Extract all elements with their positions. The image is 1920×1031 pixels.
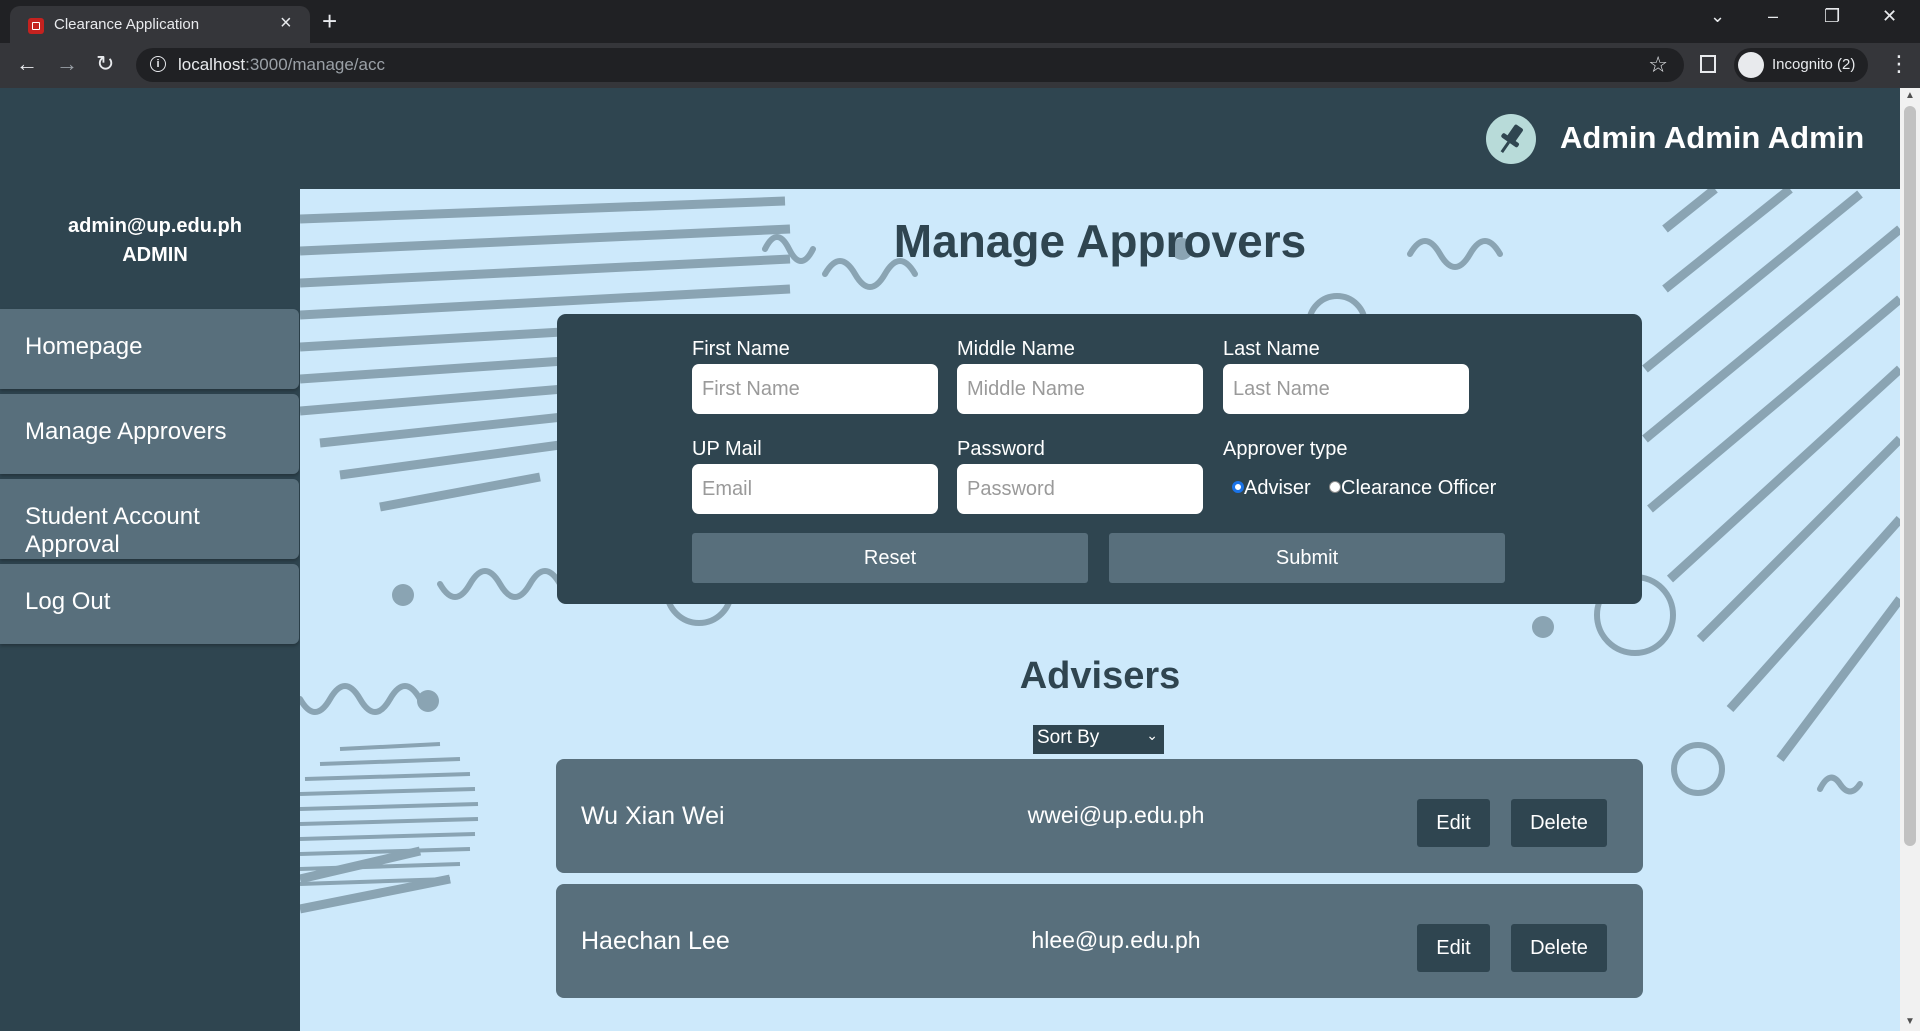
radio-clearance-officer-dot[interactable] (1329, 481, 1341, 493)
new-tab-icon[interactable]: + (322, 6, 337, 37)
incognito-label: Incognito (2) (1772, 56, 1856, 73)
reload-icon[interactable]: ↻ (96, 51, 114, 77)
approver-type-label: Approver type (1223, 438, 1348, 460)
tab-search-icon[interactable]: ⌄ (1710, 6, 1725, 27)
sidebar-item-label: Manage Approvers (25, 418, 227, 445)
delete-button[interactable]: Delete (1511, 799, 1607, 847)
radio-adviser-dot[interactable] (1232, 481, 1244, 493)
adviser-email: hlee@up.edu.ph (1031, 927, 1201, 953)
edit-button[interactable]: Edit (1417, 799, 1490, 847)
sidebar-item-label: Homepage (25, 333, 143, 360)
sidebar-email: admin@up.edu.ph (68, 215, 242, 237)
radio-adviser[interactable]: Adviser (1232, 477, 1311, 500)
radio-adviser-label: Adviser (1244, 477, 1311, 499)
reset-button[interactable]: Reset (692, 533, 1088, 583)
sidebar-item-log-out[interactable]: Log Out (0, 564, 299, 644)
sidebar-item-label: Log Out (25, 588, 111, 615)
sort-by-label: Sort By (1037, 727, 1100, 748)
sidebar-item-student-account-approval[interactable]: Student Account Approval (0, 479, 299, 559)
password-input[interactable] (957, 464, 1203, 514)
password-label: Password (957, 438, 1045, 460)
site-info-icon[interactable]: i (150, 56, 166, 72)
first-name-label: First Name (692, 338, 790, 360)
scrollbar-thumb[interactable] (1904, 106, 1916, 846)
sidebar-item-label: Student Account Approval (25, 503, 200, 558)
upmail-label: UP Mail (692, 438, 762, 460)
upmail-input[interactable] (692, 464, 938, 514)
browser-toolbar: ← → ↻ i localhost:3000/manage/acc ☆ Inco… (0, 43, 1920, 88)
list-item: Haechan Lee hlee@up.edu.ph Edit Delete (556, 884, 1643, 998)
sidebar-item-manage-approvers[interactable]: Manage Approvers (0, 394, 299, 474)
page-title: Manage Approvers (893, 215, 1307, 267)
sort-by-select[interactable]: Sort By ⌄ (1033, 725, 1164, 754)
header-user-name: Admin Admin Admin (1560, 120, 1865, 155)
sidebar-item-homepage[interactable]: Homepage (0, 309, 299, 389)
list-item: Wu Xian Wei wwei@up.edu.ph Edit Delete (556, 759, 1643, 873)
last-name-label: Last Name (1223, 338, 1320, 360)
back-icon[interactable]: ← (16, 51, 38, 77)
restore-icon[interactable]: ❐ (1824, 6, 1840, 27)
bookmark-star-icon[interactable]: ☆ (1648, 52, 1668, 78)
browser-tab[interactable]: Clearance Application × (10, 6, 310, 43)
delete-button[interactable]: Delete (1511, 924, 1607, 972)
address-bar[interactable]: i localhost:3000/manage/acc ☆ (136, 48, 1684, 82)
adviser-name: Wu Xian Wei (581, 802, 725, 830)
middle-name-label: Middle Name (957, 338, 1075, 360)
tab-close-icon[interactable]: × (280, 12, 292, 35)
adviser-name: Haechan Lee (581, 927, 730, 955)
side-panel-icon[interactable] (1700, 55, 1716, 73)
approver-form: First Name Middle Name Last Name UP Mail… (557, 314, 1642, 604)
browser-menu-icon[interactable]: ⋮ (1888, 51, 1910, 77)
page-scrollbar[interactable]: ▲ ▼ (1900, 88, 1920, 1031)
sidebar-role: ADMIN (122, 244, 188, 266)
main-content: Manage Approvers First Name Middle Name … (300, 189, 1900, 1031)
url-text: localhost:3000/manage/acc (178, 55, 385, 74)
last-name-input[interactable] (1223, 364, 1469, 414)
scroll-up-icon[interactable]: ▲ (1905, 90, 1915, 101)
app-root: Admin Admin Admin admin@up.edu.ph ADMIN … (0, 88, 1900, 1031)
tab-title: Clearance Application (54, 16, 200, 33)
scroll-down-icon[interactable]: ▼ (1905, 1016, 1915, 1027)
radio-clearance-officer-label: Clearance Officer (1341, 477, 1497, 499)
middle-name-input[interactable] (957, 364, 1203, 414)
chevron-down-icon: ⌄ (1146, 727, 1158, 743)
adviser-email: wwei@up.edu.ph (1027, 802, 1205, 828)
minimize-icon[interactable]: – (1768, 6, 1778, 27)
pushpin-icon (1486, 114, 1536, 164)
radio-clearance-officer[interactable]: Clearance Officer (1329, 477, 1496, 500)
incognito-badge[interactable]: Incognito (2) (1734, 48, 1868, 82)
first-name-input[interactable] (692, 364, 938, 414)
incognito-icon (1738, 52, 1764, 78)
app-favicon-icon (28, 18, 44, 34)
advisers-heading: Advisers (1019, 655, 1181, 697)
forward-icon[interactable]: → (56, 51, 78, 77)
edit-button[interactable]: Edit (1417, 924, 1490, 972)
submit-button[interactable]: Submit (1109, 533, 1505, 583)
sidebar-user-info: admin@up.edu.ph ADMIN (0, 212, 310, 270)
browser-tab-bar: Clearance Application × + ⌄ – ❐ ✕ (0, 0, 1920, 43)
window-close-icon[interactable]: ✕ (1882, 6, 1897, 27)
